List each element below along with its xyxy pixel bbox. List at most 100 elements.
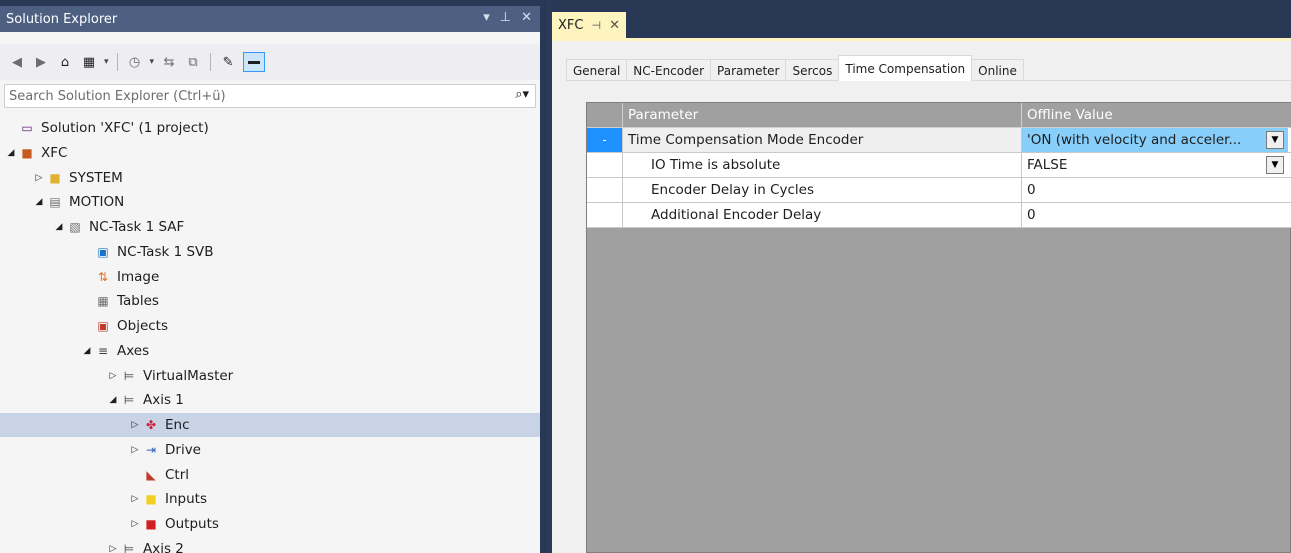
table-row[interactable]: - Time Compensation Mode Encoder 'ON (with… (587, 128, 1291, 153)
expand-arrow-icon[interactable]: ▷ (106, 544, 120, 553)
collapse-arrow-icon[interactable]: ◢ (106, 395, 120, 405)
tree-item[interactable]: ▷ ■ Outputs (0, 512, 540, 536)
tree-item[interactable]: ▦ Tables (0, 289, 540, 313)
forward-icon[interactable]: ▶ (32, 53, 50, 71)
grid-header-parameter[interactable]: Parameter (623, 103, 1022, 128)
tree-item[interactable]: ◢ ⊨ Axis 1 (0, 388, 540, 412)
document-tab-label: XFC (558, 17, 584, 33)
properties-wrench-icon[interactable]: ✎ (219, 53, 237, 71)
tree-item-label: Solution 'XFC' (1 project) (41, 120, 209, 136)
tree-item-label: Drive (165, 441, 201, 458)
plc-project-icon: ■ (21, 145, 33, 160)
pending-changes-dropdown-icon[interactable]: ▾ (150, 57, 155, 67)
collapse-all-icon[interactable]: ⧉ (184, 53, 202, 71)
search-icon[interactable]: ⌕▾ (515, 87, 529, 102)
tree-item[interactable]: ◢ ≡ Axes (0, 339, 540, 363)
tree-item[interactable]: ▷ ✤ Enc (0, 413, 540, 437)
parameter-value-text: 0 (1027, 207, 1036, 223)
axis-icon: ⊨ (123, 541, 135, 553)
close-icon[interactable]: ✕ (521, 10, 532, 25)
document-tab-xfc[interactable]: XFC ⊣ ✕ (552, 12, 626, 38)
expand-arrow-icon[interactable]: ▷ (106, 371, 120, 381)
tree-item-label: Axes (117, 342, 150, 359)
tree-item[interactable]: ▷ ■ Inputs (0, 487, 540, 511)
tree-item[interactable]: ▷ ⇥ Drive (0, 438, 540, 462)
tree-item[interactable]: ◢ ▧ NC-Task 1 SAF (0, 215, 540, 239)
parameter-name: IO Time is absolute (623, 153, 1022, 178)
home-icon[interactable]: ⌂ (56, 53, 74, 71)
dropdown-arrow-icon[interactable]: ▼ (1266, 131, 1284, 149)
document-tabstrip: XFC ⊣ ✕ (552, 12, 1291, 38)
grid-header-value[interactable]: Offline Value (1022, 103, 1288, 128)
tree-item-label: Objects (117, 318, 169, 334)
tree-item[interactable]: ▷ ■ SYSTEM (0, 166, 540, 190)
row-marker (587, 178, 623, 203)
search-placeholder: Search Solution Explorer (Ctrl+ü) (9, 88, 226, 104)
sync-with-active-document-icon[interactable]: ⇆ (160, 53, 178, 71)
window-position-dropdown-icon[interactable]: ▾ (483, 10, 490, 25)
parameter-value[interactable]: FALSE ▼ (1022, 153, 1288, 178)
axis-icon: ⊨ (123, 393, 135, 408)
motion-icon: ▤ (49, 195, 61, 210)
collapse-group-toggle[interactable]: - (587, 128, 623, 153)
toolbar-separator (116, 53, 118, 71)
image-icon: ⇅ (97, 269, 109, 284)
toolbar-separator (210, 53, 212, 71)
tree-item[interactable]: ▣ Objects (0, 314, 540, 338)
parameter-name: Additional Encoder Delay (623, 203, 1022, 228)
pending-changes-filter-icon[interactable]: ◷ (126, 53, 144, 71)
tab-time-compensation[interactable]: Time Compensation (838, 55, 973, 81)
tab-parameter[interactable]: Parameter (710, 59, 787, 81)
switch-views-dropdown-icon[interactable]: ▾ (104, 57, 109, 67)
auto-hide-pin-icon[interactable]: ⊥ (500, 10, 511, 25)
parameter-grid: Parameter Offline Value - Time Compensati… (586, 102, 1291, 553)
tree-item[interactable]: ◢ ■ XFC (0, 141, 540, 165)
solution-icon: ▭ (21, 121, 33, 135)
dropdown-arrow-icon[interactable]: ▼ (1266, 156, 1284, 174)
tree-item[interactable]: ▣ NC-Task 1 SVB (0, 240, 540, 264)
solution-explorer-pane: Solution Explorer ▾ ⊥ ✕ ◀ ▶ ⌂ ▦ ▾ ◷ ▾ ⇆ … (0, 0, 546, 553)
expand-arrow-icon[interactable]: ▷ (128, 519, 142, 529)
expand-arrow-icon[interactable]: ▷ (128, 420, 142, 430)
axis-icon: ⊨ (123, 368, 135, 383)
collapse-arrow-icon[interactable]: ◢ (4, 148, 18, 158)
tree-item[interactable]: ▭ Solution 'XFC' (1 project) (0, 116, 540, 140)
collapse-arrow-icon[interactable]: ◢ (32, 197, 46, 207)
preview-selected-items-icon[interactable] (243, 52, 266, 72)
expand-arrow-icon[interactable]: ▷ (128, 445, 142, 455)
tree-item-label: Axis 1 (143, 392, 184, 409)
table-row[interactable]: Encoder Delay in Cycles 0 (587, 178, 1291, 203)
back-icon[interactable]: ◀ (8, 53, 26, 71)
pin-tab-icon[interactable]: ⊣ (591, 19, 601, 32)
parameter-value[interactable]: 'ON (with velocity and acceler... ▼ (1022, 128, 1288, 153)
table-row[interactable]: Additional Encoder Delay 0 (587, 203, 1291, 228)
tree-item[interactable]: ⇅ Image (0, 265, 540, 289)
parameter-value[interactable]: 0 (1022, 203, 1288, 228)
tree-item-label: SYSTEM (69, 169, 123, 186)
nc-task-svb-icon: ▣ (97, 244, 109, 259)
parameter-value[interactable]: 0 (1022, 178, 1288, 203)
parameter-value-text: 'ON (with velocity and acceler... (1027, 132, 1242, 148)
switch-views-icon[interactable]: ▦ (80, 53, 98, 71)
tree-item[interactable]: ◢ ▤ MOTION (0, 190, 540, 214)
tree-item-label: Outputs (165, 516, 219, 532)
close-tab-icon[interactable]: ✕ (609, 18, 620, 33)
tab-sercos[interactable]: Sercos (785, 59, 840, 81)
collapse-arrow-icon[interactable]: ◢ (80, 346, 94, 356)
tab-nc-encoder[interactable]: NC-Encoder (626, 59, 712, 81)
collapse-arrow-icon[interactable]: ◢ (52, 222, 66, 232)
tree-item-label: VirtualMaster (143, 367, 234, 384)
tree-item[interactable]: ▷ ⊨ VirtualMaster (0, 364, 540, 388)
tree-item[interactable]: ◣ Ctrl (0, 463, 540, 487)
grid-header-marker (587, 103, 623, 128)
solution-explorer-search-input[interactable]: Search Solution Explorer (Ctrl+ü) ⌕▾ (4, 84, 536, 108)
expand-arrow-icon[interactable]: ▷ (32, 173, 46, 183)
expand-arrow-icon[interactable]: ▷ (128, 494, 142, 504)
row-marker (587, 203, 623, 228)
tab-general[interactable]: General (566, 59, 628, 81)
axes-icon: ≡ (97, 343, 109, 358)
tree-item[interactable]: ▷ ⊨ Axis 2 (0, 537, 540, 553)
tree-item-label: Tables (117, 293, 159, 310)
tab-online[interactable]: Online (971, 59, 1024, 81)
table-row[interactable]: IO Time is absolute FALSE ▼ (587, 153, 1291, 178)
